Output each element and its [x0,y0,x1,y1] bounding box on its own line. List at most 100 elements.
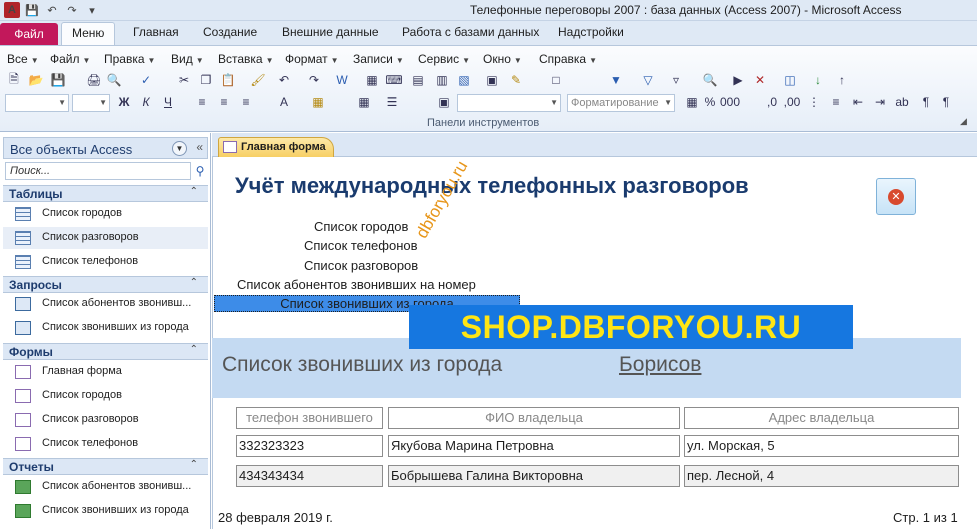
menu-help[interactable]: Справка ▼ [539,52,597,66]
save-icon[interactable]: 💾 [24,2,40,18]
collapse-icon[interactable]: ⌃ [190,459,198,470]
ltr-icon[interactable]: ¶ [918,94,934,110]
font-color-icon[interactable]: A [276,94,292,110]
numbering-icon[interactable]: ≡ [828,94,844,110]
nav-item-table-cities[interactable]: Список городов [3,203,208,225]
nav-item-query-callers-city[interactable]: Список звонивших из города [3,317,208,339]
decrease-decimal-icon[interactable]: ,00 [784,94,801,110]
new-object-icon[interactable]: ▣ [484,72,500,88]
shutter-bar-close-icon[interactable]: « [196,140,203,154]
report-city[interactable]: Борисов [619,353,701,377]
nav-pane-header[interactable]: Все объекты Access ▼ « [3,137,208,159]
currency-icon[interactable]: ▦ [684,94,700,110]
relationships-icon[interactable]: ▥ [434,72,450,88]
menu-view[interactable]: Вид ▼ [171,52,204,66]
open-folder-icon[interactable]: 📂 [28,72,44,88]
save-icon[interactable]: 💾 [50,72,66,88]
font-size-selector[interactable]: ▼ [72,94,110,112]
tab-file[interactable]: Файл [0,23,58,45]
increase-indent-icon[interactable]: ⇥ [872,94,888,110]
nav-item-report-subscribers[interactable]: Список абонентов звонивш... [3,476,208,498]
close-form-button[interactable]: ✕ [876,178,916,215]
line-style-icon[interactable]: ☰ [384,94,400,110]
paste-icon[interactable]: 📋 [220,72,236,88]
sort-descending-icon[interactable]: ↑ [834,72,850,88]
tab-addins[interactable]: Надстройки [558,25,624,39]
menu-insert[interactable]: Вставка ▼ [218,52,274,66]
search-icon[interactable]: ⚲ [193,163,207,179]
nav-item-table-phones[interactable]: Список телефонов [3,251,208,273]
text-direction-icon[interactable]: ab [894,94,910,110]
tab-main-form[interactable]: Главная форма [218,137,334,157]
menu-file[interactable]: Файл ▼ [50,52,90,66]
cut-icon[interactable]: ✂ [176,72,192,88]
nav-item-form-calls[interactable]: Список разговоров [3,409,208,431]
chevron-down-icon[interactable]: ▼ [172,141,187,156]
autoformat-icon[interactable]: ✎ [508,72,524,88]
tab-home[interactable]: Главная [133,25,179,39]
link-subscribers-number[interactable]: Список абонентов звонивших на номер [237,277,476,292]
menu-all[interactable]: Все ▼ [7,52,39,66]
sort-ascending-icon[interactable]: ↓ [810,72,826,88]
nav-group-forms[interactable]: Формы ⌃ [3,343,208,360]
underline-icon[interactable]: Ч [160,94,176,110]
menu-format[interactable]: Формат ▼ [285,52,339,66]
tab-menu[interactable]: Меню [61,22,116,45]
nav-item-report-callers-city[interactable]: Список звонивших из города [3,500,208,522]
link-calls[interactable]: Список разговоров [304,258,418,273]
database-window-icon[interactable]: ◫ [782,72,798,88]
format-painter-icon[interactable]: 🖌 [250,72,266,88]
new-document-icon[interactable]: 🗎 [6,72,22,88]
tab-database-tools[interactable]: Работа с базами данных [402,25,539,39]
format-combo[interactable]: Форматирование ▼ [567,94,675,112]
rtl-icon[interactable]: ¶ [938,94,954,110]
nav-group-tables[interactable]: Таблицы ⌃ [3,185,208,202]
access-logo-icon[interactable]: A [4,2,20,18]
filter-by-selection-icon[interactable]: ▼ [608,72,624,88]
filter-by-form-icon[interactable]: ▽ [640,72,656,88]
nav-search-input[interactable]: Поиск... [5,162,191,180]
nav-item-query-subscribers[interactable]: Список абонентов звонивш... [3,293,208,315]
menu-edit[interactable]: Правка ▼ [104,52,155,66]
link-phones[interactable]: Список телефонов [304,238,418,253]
align-right-icon[interactable]: ≡ [238,94,254,110]
borders-icon[interactable]: ▦ [356,94,372,110]
apply-filter-icon[interactable]: ▿ [668,72,684,88]
object-selector[interactable]: ▼ [5,94,69,112]
menu-tools[interactable]: Сервис ▼ [418,52,470,66]
style-selector[interactable]: ▼ [457,94,561,112]
redo-icon[interactable]: ↷ [64,2,80,18]
nav-item-table-calls[interactable]: Список разговоров [3,227,208,249]
print-preview-icon[interactable]: 🔍 [106,72,122,88]
align-left-icon[interactable]: ≡ [194,94,210,110]
customize-qat-icon[interactable]: ▾ [84,2,100,18]
menu-window[interactable]: Окно ▼ [483,52,522,66]
object-icon[interactable]: ▧ [456,72,472,88]
collapse-icon[interactable]: ⌃ [190,277,198,288]
print-icon[interactable]: 🖨 [86,72,102,88]
bold-icon[interactable]: Ж [116,94,132,110]
redo-icon[interactable]: ↷ [306,72,322,88]
properties-icon[interactable]: ▤ [410,72,426,88]
delete-record-icon[interactable]: ✕ [752,72,768,88]
special-effect-icon[interactable]: ▣ [436,94,452,110]
tab-create[interactable]: Создание [203,25,257,39]
align-center-icon[interactable]: ≡ [216,94,232,110]
nav-item-form-main[interactable]: Главная форма [3,361,208,383]
bullets-icon[interactable]: ⋮ [806,94,822,110]
tab-external-data[interactable]: Внешние данные [282,25,379,39]
spelling-icon[interactable]: ✓ [138,72,154,88]
code-icon[interactable]: ⌨ [385,72,402,88]
collapse-icon[interactable]: ⌃ [190,186,198,197]
copy-icon[interactable]: ❐ [198,72,214,88]
italic-icon[interactable]: К [138,94,154,110]
undo-icon[interactable]: ↶ [44,2,60,18]
menu-records[interactable]: Записи ▼ [353,52,404,66]
undo-icon[interactable]: ↶ [276,72,292,88]
decrease-indent-icon[interactable]: ⇤ [850,94,866,110]
nav-group-queries[interactable]: Запросы ⌃ [3,276,208,293]
comma-style-icon[interactable]: 000 [720,94,740,110]
find-icon[interactable]: 🔍 [702,72,718,88]
analyze-icon[interactable]: ▦ [364,72,380,88]
increase-decimal-icon[interactable]: ,0 [764,94,780,110]
